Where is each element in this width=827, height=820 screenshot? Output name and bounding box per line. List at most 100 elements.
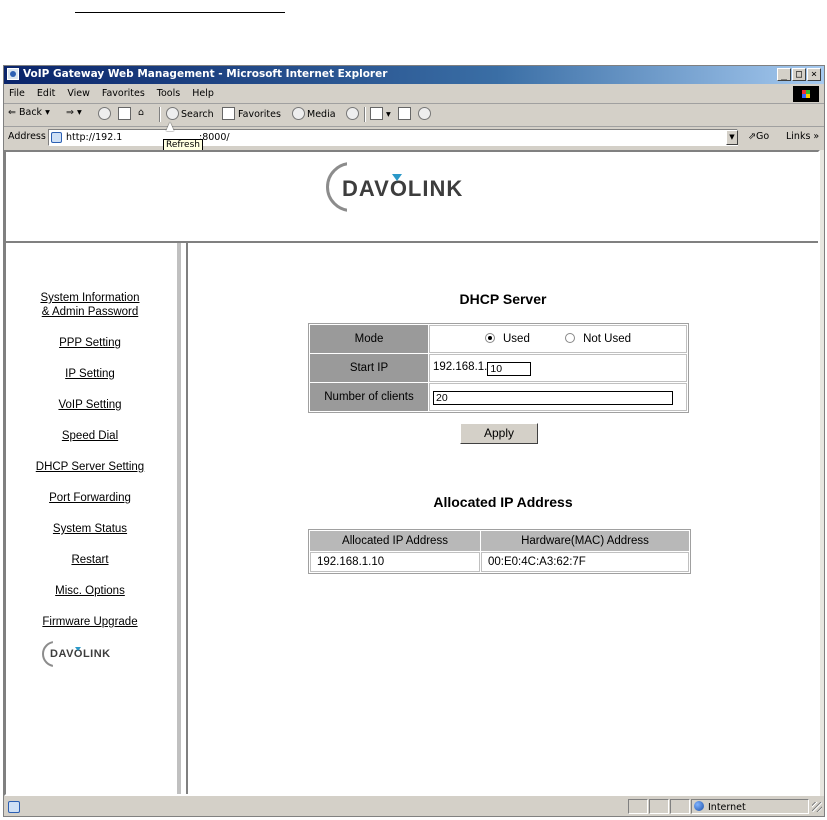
refresh-button[interactable] (118, 107, 131, 120)
nav-ppp-setting[interactable]: PPP Setting (6, 336, 174, 350)
logo-text: DAVOLINK (342, 176, 464, 201)
column-mac-address: Hardware(MAC) Address (481, 531, 689, 551)
print-icon (398, 107, 411, 120)
mode-not-used-option[interactable]: Not Used (565, 333, 631, 345)
menu-edit[interactable]: Edit (37, 88, 55, 99)
favorites-label: Favorites (238, 109, 281, 120)
mail-icon (370, 107, 383, 120)
back-dropdown-icon: ▾ (45, 107, 50, 118)
mode-not-used-radio[interactable] (565, 333, 576, 343)
start-ip-label: Start IP (310, 354, 428, 382)
go-arrow-icon: ⇗ (748, 131, 756, 142)
back-button[interactable]: ⇐ Back ▾ (8, 107, 50, 118)
address-url-left: http://192.1 (66, 132, 123, 143)
start-ip-row: Start IP 192.168.1. 10 (310, 354, 687, 382)
ie-icon (7, 68, 19, 80)
table-row: 192.168.1.10 00:E0:4C:A3:62:7F (310, 552, 689, 572)
nav-restart[interactable]: Restart (6, 553, 174, 567)
links-button[interactable]: Links » (786, 131, 819, 142)
address-dropdown-button[interactable]: ▼ (726, 130, 738, 145)
stop-icon (98, 107, 111, 120)
status-cell (649, 799, 669, 814)
internet-globe-icon (694, 801, 704, 811)
column-allocated-ip: Allocated IP Address (310, 531, 480, 551)
forward-button[interactable]: ⇒ ▾ (66, 107, 82, 118)
media-button[interactable]: Media (292, 107, 336, 120)
nav-voip-setting[interactable]: VoIP Setting (6, 398, 174, 412)
page-icon (51, 132, 62, 143)
mail-button[interactable]: ▾ (370, 107, 391, 120)
nav-dhcp-server-setting[interactable]: DHCP Server Setting (6, 460, 174, 474)
status-cell (628, 799, 648, 814)
scrollbar-track[interactable] (820, 150, 824, 796)
favorites-button[interactable]: Favorites (222, 107, 281, 120)
menu-help[interactable]: Help (192, 88, 214, 99)
media-label: Media (307, 109, 336, 120)
davolink-logo-small: DAVOLINK (42, 641, 142, 671)
allocated-ip-cell: 192.168.1.10 (310, 552, 480, 572)
menu-view[interactable]: View (67, 88, 90, 99)
toolbar: ⇐ Back ▾ ⇒ ▾ ⌂ Search Favorites Media ▾ (4, 104, 824, 127)
home-button[interactable]: ⌂ (138, 107, 144, 118)
start-ip-input[interactable]: 10 (487, 361, 532, 376)
mouse-cursor-icon (166, 122, 174, 131)
menu-file[interactable]: File (9, 88, 25, 99)
menu-tools[interactable]: Tools (157, 88, 180, 99)
logo-triangle-icon (392, 174, 402, 181)
dhcp-form-table: Mode Used Not Used Start IP 192.168.1. 10… (308, 323, 689, 413)
address-label: Address (8, 131, 46, 142)
nav-system-status[interactable]: System Status (6, 522, 174, 536)
mode-used-radio[interactable] (485, 333, 495, 343)
apply-button[interactable]: Apply (460, 423, 538, 444)
resize-grip-icon[interactable] (812, 802, 822, 812)
mode-used-label: Used (503, 333, 530, 345)
nav-misc-options[interactable]: Misc. Options (6, 584, 174, 598)
maximize-button[interactable]: □ (792, 68, 806, 81)
nav-speed-dial[interactable]: Speed Dial (6, 429, 174, 443)
address-input[interactable]: http://192.1 :8000/ Refresh (48, 122, 738, 152)
nav-firmware-upgrade[interactable]: Firmware Upgrade (6, 615, 174, 629)
mode-used-option[interactable]: Used (485, 333, 530, 345)
menu-favorites[interactable]: Favorites (102, 88, 145, 99)
zone-label: Internet (708, 802, 746, 813)
nav-system-information-line2: & Admin Password (41, 306, 139, 318)
clients-input[interactable]: 20 (433, 390, 673, 405)
favorites-icon (222, 107, 235, 120)
clients-cell: 20 (429, 383, 687, 411)
stop-button[interactable] (98, 107, 113, 120)
go-label: Go (755, 131, 770, 142)
minimize-button[interactable]: _ (777, 68, 791, 81)
allocated-header-row: Allocated IP Address Hardware(MAC) Addre… (310, 531, 689, 551)
history-button[interactable] (346, 107, 361, 120)
address-bar: Address http://192.1 :8000/ Refresh ▼ ⇗G… (4, 122, 824, 152)
go-button[interactable]: ⇗Go (748, 131, 769, 142)
search-button[interactable]: Search (166, 107, 214, 120)
nav-ip-setting[interactable]: IP Setting (6, 367, 174, 381)
browser-window: VoIP Gateway Web Management - Microsoft … (3, 65, 825, 817)
search-icon (166, 107, 179, 120)
nav-system-information[interactable]: System Information & Admin Password (6, 291, 174, 319)
close-button[interactable]: × (807, 68, 821, 81)
media-icon (292, 107, 305, 120)
page-status-icon (8, 801, 20, 813)
title-bar: VoIP Gateway Web Management - Microsoft … (4, 66, 824, 84)
clients-label: Number of clients (310, 383, 428, 411)
nav-port-forwarding[interactable]: Port Forwarding (6, 491, 174, 505)
start-ip-cell: 192.168.1. 10 (429, 354, 687, 382)
page-content: DAVOLINK System Information & Admin Pass… (4, 150, 820, 796)
messenger-button[interactable] (418, 107, 433, 120)
header-frame: DAVOLINK (6, 152, 818, 243)
davolink-logo: DAVOLINK (326, 162, 526, 218)
search-label: Search (181, 109, 214, 120)
nav-system-information-line1: System Information (40, 292, 140, 304)
status-cell (670, 799, 690, 814)
mode-not-used-label: Not Used (583, 333, 631, 345)
nav-frame: System Information & Admin Password PPP … (6, 243, 181, 794)
logo-small-triangle-icon (75, 647, 81, 651)
history-icon (346, 107, 359, 120)
mode-options: Used Not Used (429, 325, 687, 353)
print-button[interactable] (398, 107, 411, 120)
window-title: VoIP Gateway Web Management - Microsoft … (23, 68, 388, 80)
mode-row: Mode Used Not Used (310, 325, 687, 353)
mode-label: Mode (310, 325, 428, 353)
